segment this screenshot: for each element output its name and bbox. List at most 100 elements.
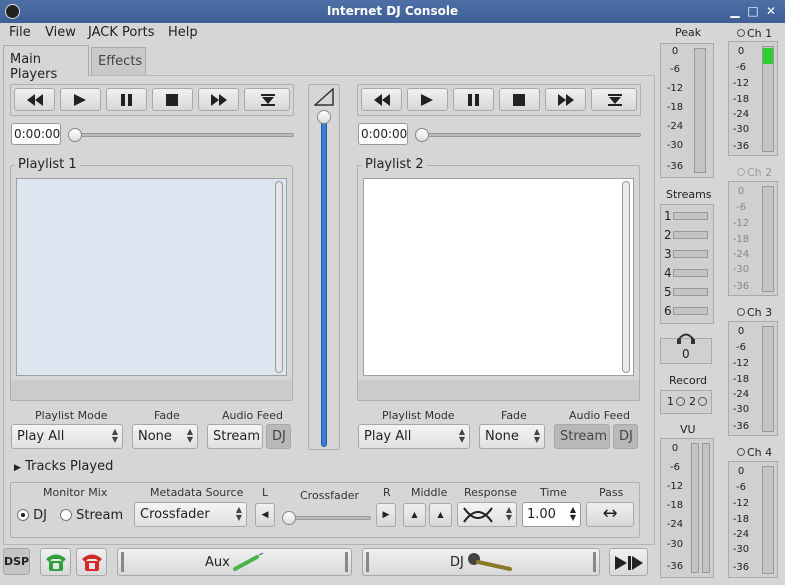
stream-row-3[interactable]: 3 [664,247,672,261]
player1-eject-button[interactable] [244,88,290,111]
pass-button[interactable]: ↔ [586,502,634,527]
eject-icon [261,94,275,106]
ch1-scale-30: -30 [732,124,750,135]
player2-playlist-mode-select[interactable]: Play All ▲ ▼ [358,424,470,449]
ch3-scale-6: -6 [736,342,746,353]
volume-knob[interactable] [317,110,331,124]
player2-stream-button[interactable]: Stream [554,424,610,449]
menu-file[interactable]: File [9,25,31,40]
ch3-header: Ch 3 [737,306,772,319]
player1-fade-select[interactable]: None ▲ ▼ [132,424,198,449]
menu-jack-ports[interactable]: JACK Ports [88,25,155,40]
monitor-stream-radio[interactable]: Stream [60,508,123,523]
volume-icon [314,88,334,106]
player1-pause-button[interactable] [106,88,147,111]
player1-forward-button[interactable] [198,88,239,111]
monitor-mix-label: Monitor Mix [43,486,108,499]
player1-play-button[interactable] [60,88,101,111]
ch3-label: Ch 3 [747,306,773,319]
stream-row-5[interactable]: 5 [664,285,672,299]
playlist1-list[interactable] [16,178,287,376]
middle-up-left-button[interactable]: ▲ [403,503,426,527]
record-1[interactable]: 1 [667,395,685,408]
tab-main-players[interactable]: Main Players [3,45,89,82]
volume-track[interactable] [321,117,327,447]
maximize-icon[interactable]: □ [746,4,760,18]
player2-time-display[interactable]: 0:00:00 [358,123,408,145]
player1-time-display[interactable]: 0:00:00 [11,123,61,145]
ch3-indicator-icon [737,308,745,316]
player1-progress-track[interactable] [70,133,294,137]
playlist1-scrollbar[interactable] [275,181,283,373]
stream-row-2[interactable]: 2 [664,228,672,242]
record-2[interactable]: 2 [689,395,707,408]
crossfader-knob[interactable] [282,511,296,525]
playlist1-title: Playlist 1 [15,157,80,172]
stream-row-6[interactable]: 6 [664,304,672,318]
pause-icon [468,94,479,106]
player1-stream-button[interactable]: Stream [207,424,263,449]
play-next-icon [615,556,643,570]
middle-up-right-button[interactable]: ▲ [429,503,452,527]
advance-button[interactable] [609,548,648,576]
ch1-header: Ch 1 [737,27,772,40]
metadata-source-select[interactable]: Crossfader ▲ ▼ [134,502,247,527]
player2-eject-button[interactable] [591,88,637,111]
playlist2-scrollbar[interactable] [622,181,630,373]
ch4-scale-36: -36 [732,562,750,573]
crossfader-right-button[interactable]: ▶ [376,503,396,527]
tab-effects[interactable]: Effects [91,47,146,77]
player1-progress-knob[interactable] [68,128,82,142]
monitor-dj-radio[interactable]: DJ [17,508,47,523]
menu-help[interactable]: Help [168,25,198,40]
phone-red-button[interactable] [76,548,107,576]
player2-forward-button[interactable] [545,88,586,111]
menu-view[interactable]: View [45,25,76,40]
tracks-played-expander[interactable]: ▶ Tracks Played [14,459,113,474]
stream-row-1[interactable]: 1 [664,209,672,223]
ch4-scale-0: 0 [737,466,745,477]
minimize-icon[interactable]: ▁ [728,4,742,18]
aux-mic-button[interactable]: Aux [117,548,352,576]
crossfader-left-button[interactable]: ◀ [255,503,275,527]
player2-fade-label: Fade [501,409,527,422]
ch1-scale-12: -12 [732,78,750,89]
player2-play-button[interactable] [407,88,448,111]
spin-icon: ▲ ▼ [505,505,512,522]
close-icon[interactable]: ✕ [764,4,778,18]
player2-pause-button[interactable] [453,88,494,111]
player2-progress-track[interactable] [417,133,641,137]
monitor-dj-label: DJ [33,508,47,523]
player2-fade-select[interactable]: None ▲ ▼ [479,424,545,449]
spin-icon: ▲ ▼ [235,505,242,522]
player2-dj-button[interactable]: DJ [613,424,638,449]
fast-forward-icon [211,94,227,106]
stop-icon [166,94,178,106]
time-label: Time [540,486,567,499]
player1-rewind-button[interactable] [14,88,55,111]
ch2-label: Ch 2 [747,166,773,179]
player1-stop-button[interactable] [152,88,193,111]
listeners-count: 0 [682,347,690,361]
time-spinbox[interactable]: 1.00 ▲ ▼ [522,502,581,527]
player2-progress-knob[interactable] [415,128,429,142]
response-select[interactable]: ▲ ▼ [457,502,517,527]
aux-label: Aux [205,555,230,570]
ch2-indicator-icon [737,168,745,176]
player2-rewind-button[interactable] [361,88,402,111]
stream-row-4[interactable]: 4 [664,266,672,280]
playlist2-list[interactable] [363,178,634,376]
dj-right-bar [593,552,596,572]
player2-stop-button[interactable] [499,88,540,111]
crossfader-track[interactable] [285,516,371,520]
player1-playlist-mode-select[interactable]: Play All ▲ ▼ [11,424,123,449]
title-bar: Internet DJ Console ▁ □ ✕ [0,0,785,23]
dj-mic-button[interactable]: DJ [362,548,600,576]
stream-5-bar [673,288,708,296]
player1-dj-button[interactable]: DJ [266,424,291,449]
phone-green-button[interactable] [40,548,71,576]
dsp-button[interactable]: DSP [3,548,30,575]
spin-icon[interactable]: ▲ ▼ [570,506,576,522]
record-title: Record [669,374,708,387]
dj-left-bar [366,552,369,572]
